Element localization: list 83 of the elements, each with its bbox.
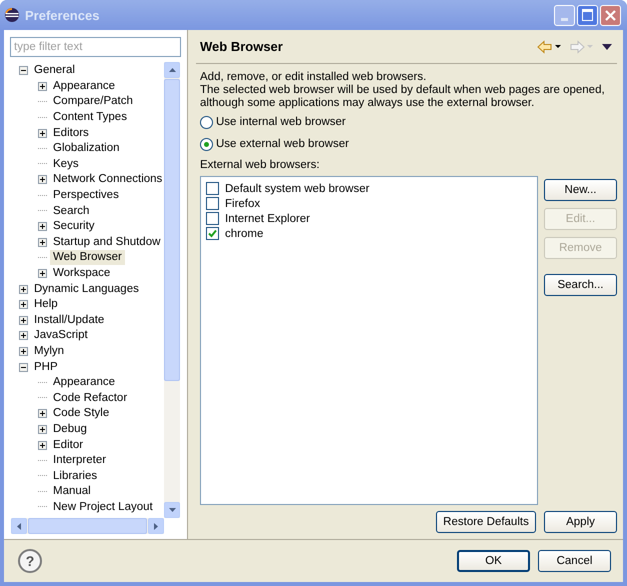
list-label: External web browsers: (200, 159, 320, 173)
tree-item[interactable]: New Project Layout (50, 500, 156, 515)
tree-item[interactable]: General (31, 63, 78, 78)
list-item[interactable]: chrome (225, 228, 264, 240)
tree-item[interactable]: Web Browser (50, 250, 125, 266)
tree-item[interactable]: Globalization (50, 141, 122, 156)
tree-item[interactable]: JavaScript (31, 328, 91, 344)
scroll-down-icon[interactable] (168, 508, 176, 512)
expand-icon[interactable] (19, 346, 28, 356)
expand-icon[interactable] (38, 440, 47, 450)
ok-button[interactable]: OK (457, 550, 530, 572)
expand-icon[interactable] (38, 409, 47, 418)
horizontal-scrollbar[interactable] (11, 518, 164, 534)
restore-defaults-button[interactable]: Restore Defaults (436, 511, 536, 533)
eclipse-icon (4, 7, 20, 23)
tree-item[interactable]: Debug (50, 422, 90, 437)
radio-label[interactable]: Use internal web browser (216, 116, 346, 128)
checkbox[interactable] (206, 182, 219, 195)
tree-item[interactable]: Content Types (50, 110, 130, 126)
tree-item[interactable]: Appearance (50, 78, 118, 94)
expand-icon[interactable] (38, 238, 47, 247)
tree-item[interactable]: Compare/Patch (50, 94, 136, 110)
vertical-scrollbar[interactable] (164, 62, 180, 518)
expand-icon[interactable] (38, 269, 47, 278)
tree-item[interactable]: Search (50, 204, 92, 219)
checkbox[interactable] (206, 197, 219, 210)
expand-icon[interactable] (38, 82, 47, 91)
expand-icon[interactable] (19, 316, 28, 325)
window-title: Preferences (25, 8, 100, 22)
checkbox[interactable] (206, 227, 219, 240)
tree-item[interactable]: Editor (50, 438, 86, 453)
list-item[interactable]: Default system web browser (225, 182, 370, 194)
close-icon (604, 8, 617, 22)
filter-field[interactable]: type filter text (10, 37, 181, 57)
list-item[interactable]: Internet Explorer (225, 212, 310, 224)
expand-icon[interactable] (19, 300, 28, 310)
expand-icon[interactable] (38, 222, 47, 232)
cancel-button[interactable]: Cancel (538, 550, 611, 572)
list-item[interactable]: Firefox (225, 198, 260, 210)
description-text: although some applications may always use the external browser. (200, 97, 534, 110)
tree-item[interactable]: Install/Update (31, 312, 108, 328)
scroll-left-icon[interactable] (17, 522, 21, 530)
checkbox[interactable] (206, 212, 219, 225)
tree-item[interactable]: Interpreter (50, 453, 110, 468)
tree-item[interactable]: Manual (50, 484, 94, 500)
tree-item[interactable]: Libraries (50, 468, 100, 484)
description-text: Add, remove, or edit installed web browsers. (200, 71, 426, 84)
expand-icon[interactable] (38, 424, 47, 434)
radio-button[interactable] (200, 116, 213, 128)
radio-button[interactable] (200, 138, 213, 150)
close-button[interactable] (600, 4, 621, 26)
expand-icon[interactable] (38, 128, 47, 138)
side-button[interactable]: New... (544, 179, 617, 201)
page-title: Web Browser (200, 39, 283, 54)
apply-button[interactable]: Apply (544, 511, 617, 533)
scroll-right-icon[interactable] (154, 522, 158, 530)
tree-item[interactable]: Help (31, 297, 61, 312)
tree-item[interactable]: PHP (31, 360, 61, 375)
tree-item[interactable]: Editors (50, 126, 92, 141)
tree-item[interactable]: Code Refactor (50, 390, 130, 406)
help-button[interactable]: ? (18, 549, 42, 573)
expand-icon[interactable] (19, 331, 28, 340)
tree-item[interactable]: Startup and Shutdow (50, 234, 164, 250)
tree-item[interactable]: Keys (50, 156, 82, 172)
description-text: The selected web browser will be used by default when web pages are opened, (200, 84, 605, 97)
tree-item[interactable]: Dynamic Languages (31, 282, 142, 297)
tree-item[interactable]: Security (50, 219, 98, 234)
expand-icon[interactable] (38, 175, 47, 184)
collapse-icon[interactable] (19, 362, 28, 372)
tree-item[interactable]: Appearance (50, 375, 118, 390)
collapse-icon[interactable] (19, 66, 28, 76)
tree-item[interactable]: Code Style (50, 406, 112, 422)
menu-icon[interactable] (601, 42, 613, 52)
tree-item[interactable]: Mylyn (31, 344, 68, 359)
expand-icon[interactable] (19, 284, 28, 294)
scroll-up-icon[interactable] (168, 68, 176, 72)
tree-item[interactable]: Workspace (50, 266, 114, 282)
tree-item[interactable]: Network Connections (50, 172, 164, 188)
maximize-button[interactable] (577, 4, 598, 26)
side-button[interactable]: Search... (544, 274, 617, 296)
radio-label[interactable]: Use external web browser (216, 138, 349, 150)
back-arrow-icon[interactable] (537, 40, 561, 54)
tree-item[interactable]: Perspectives (50, 188, 122, 204)
